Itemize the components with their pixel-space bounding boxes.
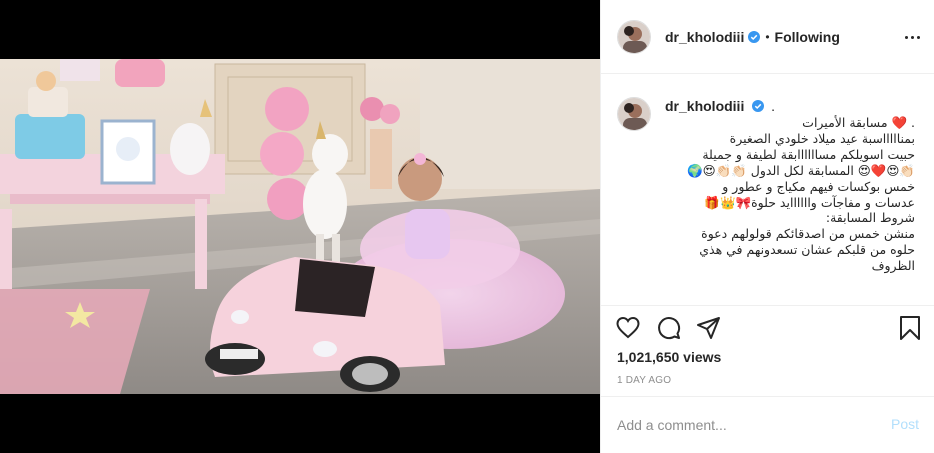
caption-section: dr_kholodiii . . ❤️ مسابقة الأميرات بمنا… <box>601 75 934 306</box>
post-header: dr_kholodiii • Following <box>601 0 934 74</box>
post-comment-button[interactable]: Post <box>891 416 919 432</box>
verified-badge-icon <box>748 30 761 43</box>
view-count[interactable]: 1,021,650 views <box>617 349 721 365</box>
heart-icon[interactable] <box>615 315 641 341</box>
caption-trailing-text: . <box>771 98 776 114</box>
video-frame <box>0 59 600 394</box>
caption-username-link[interactable]: dr_kholodiii <box>665 98 744 114</box>
more-options-icon[interactable] <box>903 28 921 46</box>
video-frame-image <box>0 59 600 394</box>
caption-line: . ❤️ مسابقة الأميرات <box>802 115 915 130</box>
caption-line: عدسات و مفاجآت واااااايد حلوة🎀👑🎁 <box>704 194 915 210</box>
avatar[interactable] <box>617 19 651 54</box>
share-icon[interactable] <box>696 315 722 341</box>
caption-verified-badge-icon <box>752 100 765 112</box>
comment-input[interactable] <box>617 415 867 435</box>
caption-avatar[interactable] <box>617 97 651 131</box>
caption-text: . ❤️ مسابقة الأميرات بمناااااسبة عيد ميل… <box>665 115 915 274</box>
bookmark-icon[interactable] <box>897 315 923 341</box>
caption-line: خمس بوكسات فيهم مكياج و عطور و <box>722 178 915 194</box>
following-button[interactable]: Following <box>775 29 840 45</box>
header-separator: • <box>765 29 770 44</box>
caption-line: منشن خمس من اصدقائكم قولولهم دعوة <box>701 226 915 242</box>
caption-avatar-image <box>618 98 650 130</box>
post-details-panel: dr_kholodiii • Following dr_kholodiii . … <box>600 0 934 453</box>
caption-line: بمناااااسبة عيد ميلاد خلودي الصغيرة <box>729 130 915 146</box>
avatar-image <box>618 20 650 53</box>
caption-line: حبيت اسويلكم مساااااابقة لطيفة و جميلة <box>702 146 915 162</box>
comment-bar: Post <box>601 396 934 453</box>
username-link[interactable]: dr_kholodiii <box>665 29 744 45</box>
post-video[interactable] <box>0 0 600 453</box>
caption-line: 👏🏻😍❤️😍 المسابقة لكل الدول 👏🏻👏🏻😍🌍 <box>687 162 915 178</box>
comment-icon[interactable] <box>656 315 682 341</box>
caption-line: حلوه من قلبكم عشان تسعدونهم في هذي <box>699 242 915 258</box>
post-timestamp[interactable]: 1 DAY AGO <box>617 375 671 386</box>
action-bar <box>601 315 934 343</box>
caption-line: الظروف <box>871 258 915 274</box>
caption-line: شروط المسابقة: <box>825 210 915 226</box>
